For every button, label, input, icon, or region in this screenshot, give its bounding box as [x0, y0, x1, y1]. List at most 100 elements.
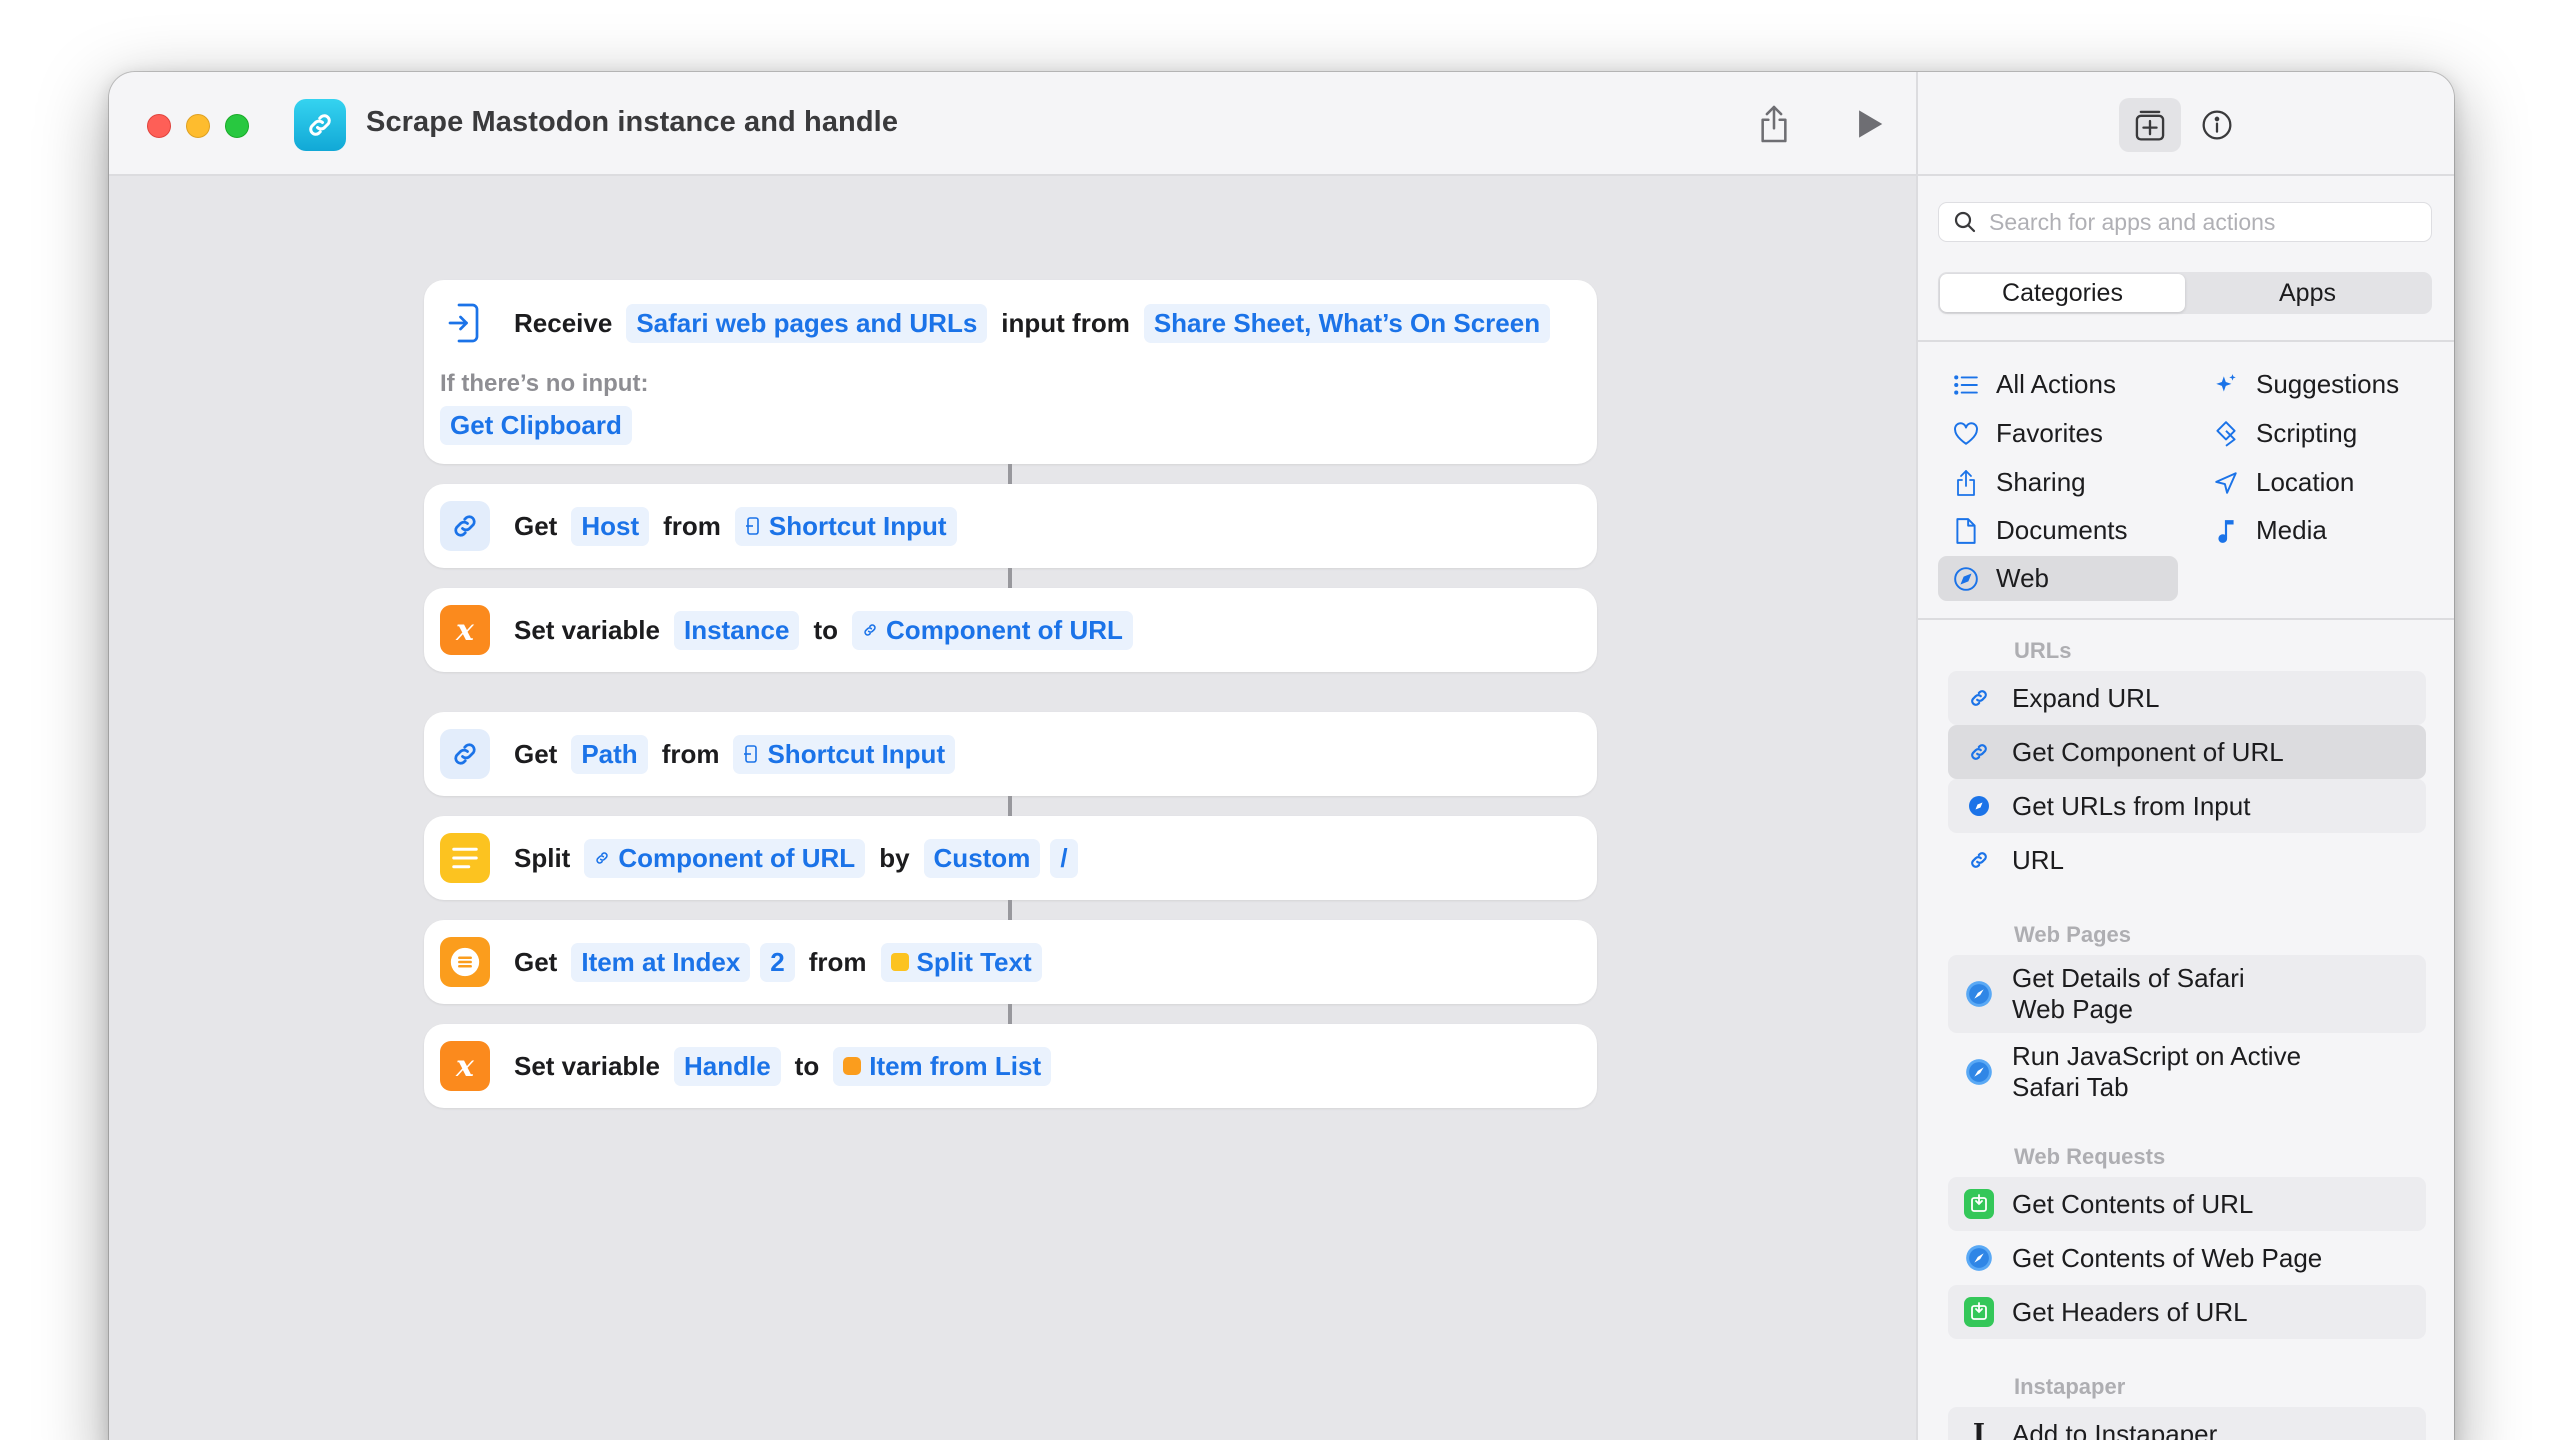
- connector: [1008, 1004, 1012, 1024]
- receive-mid-text: input from: [1001, 307, 1130, 338]
- library-item-get-component-of-url[interactable]: Get Component of URL: [1948, 725, 2426, 779]
- category-label: Location: [2256, 467, 2355, 497]
- link-icon: [440, 501, 490, 551]
- library-item-get-contents-of-web-page[interactable]: Get Contents of Web Page: [1948, 1231, 2426, 1285]
- category-sharing[interactable]: Sharing: [1938, 460, 2178, 505]
- receive-action-card[interactable]: Receive Safari web pages and URLs input …: [424, 280, 1597, 464]
- shortcut-input-token[interactable]: Shortcut Input: [734, 506, 957, 546]
- set-instance-action-card[interactable]: x Set variable Instance to Component of …: [424, 588, 1597, 672]
- library-item-label: Get Details of Safari Web Page: [2012, 963, 2245, 1024]
- close-window-button[interactable]: [147, 114, 171, 138]
- library-item-get-headers-of-url[interactable]: Get Headers of URL: [1948, 1285, 2426, 1339]
- component-of-url-token[interactable]: Component of URL: [852, 610, 1133, 650]
- shortcut-input-label: Shortcut Input: [767, 738, 946, 769]
- scripting-icon: [2212, 420, 2240, 448]
- get-path-action-card[interactable]: Get Path from Shortcut Input: [424, 712, 1597, 796]
- category-label: Documents: [1996, 515, 2128, 545]
- safari-icon: [1964, 1057, 1994, 1087]
- compass-icon: [1964, 791, 1994, 821]
- share-button[interactable]: [1750, 100, 1798, 148]
- instance-variable-token[interactable]: Instance: [673, 610, 800, 650]
- library-item-url[interactable]: URL: [1948, 833, 2426, 887]
- download-icon: [1964, 1189, 1994, 1219]
- category-suggestions[interactable]: Suggestions: [2198, 362, 2438, 407]
- action-library-button[interactable]: [2119, 98, 2181, 152]
- by-text: by: [879, 842, 910, 873]
- window-title[interactable]: Scrape Mastodon instance and handle: [366, 106, 898, 139]
- category-label: Scripting: [2256, 418, 2358, 448]
- path-token[interactable]: Path: [571, 734, 648, 774]
- run-button[interactable]: [1846, 100, 1894, 148]
- library-item-expand-url[interactable]: Expand URL: [1948, 671, 2426, 725]
- tab-apps[interactable]: Apps: [2185, 274, 2430, 312]
- tab-categories[interactable]: Categories: [1940, 274, 2185, 312]
- set-handle-action-card[interactable]: x Set variable Handle to Item from List: [424, 1024, 1597, 1108]
- safari-icon: [1964, 1243, 1994, 1273]
- shortcut-input-icon: [744, 745, 758, 763]
- component-of-url-label: Component of URL: [886, 614, 1123, 645]
- input-types-token[interactable]: Safari web pages and URLs: [626, 303, 988, 343]
- input-sources-token[interactable]: Share Sheet, What’s On Screen: [1143, 303, 1551, 343]
- category-label: All Actions: [1996, 369, 2116, 399]
- library-item-get-contents-of-url[interactable]: Get Contents of URL: [1948, 1177, 2426, 1231]
- zoom-window-button[interactable]: [225, 114, 249, 138]
- category-favorites[interactable]: Favorites: [1938, 411, 2178, 456]
- document-icon: [1952, 517, 1980, 545]
- text-lines-icon: [440, 833, 490, 883]
- item-at-index-token[interactable]: Item at Index: [571, 942, 751, 982]
- connector: [1008, 900, 1012, 920]
- search-input[interactable]: [1989, 208, 2409, 236]
- library-item-get-details-of-safari-web-page[interactable]: Get Details of Safari Web Page: [1948, 955, 2426, 1033]
- library-item-run-javascript-on-active-safari-tab[interactable]: Run JavaScript on Active Safari Tab: [1948, 1033, 2426, 1111]
- library-item-add-to-instapaper[interactable]: I Add to Instapaper: [1948, 1407, 2426, 1440]
- category-all-actions[interactable]: All Actions: [1938, 362, 2178, 407]
- category-location[interactable]: Location: [2198, 460, 2438, 505]
- to-text: to: [794, 1050, 820, 1081]
- link-icon: [1964, 683, 1994, 713]
- category-media[interactable]: Media: [2198, 508, 2438, 553]
- split-text-action-card[interactable]: Split Component of URL by Custom /: [424, 816, 1597, 900]
- shortcut-input-token[interactable]: Shortcut Input: [733, 734, 956, 774]
- shortcut-link-icon[interactable]: [294, 99, 346, 151]
- shortcut-input-label: Shortcut Input: [768, 510, 947, 541]
- info-icon: [2202, 110, 2232, 140]
- separator-mode-token[interactable]: Custom: [923, 838, 1041, 878]
- link-icon: [864, 624, 876, 636]
- library-item-label: Run JavaScript on Active Safari Tab: [2012, 1041, 2302, 1102]
- component-of-url-token[interactable]: Component of URL: [584, 838, 866, 878]
- category-label: Media: [2256, 515, 2327, 545]
- shortcut-editor: Receive Safari web pages and URLs input …: [109, 176, 1916, 1440]
- search-field[interactable]: [1938, 202, 2432, 242]
- get-item-action-card[interactable]: Get Item at Index 2 from Split Text: [424, 920, 1597, 1004]
- category-scripting[interactable]: Scripting: [2198, 411, 2438, 456]
- link-icon: [440, 729, 490, 779]
- custom-separator-token[interactable]: /: [1050, 838, 1078, 878]
- item-from-list-label: Item from List: [869, 1050, 1042, 1081]
- share-icon: [1952, 469, 1980, 497]
- from-text: from: [663, 510, 721, 541]
- music-note-icon: [2212, 517, 2240, 545]
- from-text: from: [808, 946, 867, 977]
- list-mini-icon: [843, 1057, 862, 1075]
- connector: [1008, 796, 1012, 816]
- category-documents[interactable]: Documents: [1938, 508, 2178, 553]
- category-web[interactable]: Web: [1938, 556, 2178, 601]
- index-value-token[interactable]: 2: [760, 942, 795, 982]
- section-header-web-requests: Web Requests: [2014, 1144, 2166, 1169]
- search-icon: [1954, 211, 1976, 233]
- split-text-token[interactable]: Split Text: [880, 942, 1042, 982]
- section-header-instapaper: Instapaper: [2014, 1374, 2126, 1399]
- category-label: Sharing: [1996, 467, 2086, 497]
- host-token[interactable]: Host: [571, 506, 650, 546]
- minimize-window-button[interactable]: [186, 114, 210, 138]
- receive-input-icon: [440, 298, 490, 348]
- link-icon: [1964, 737, 1994, 767]
- library-item-get-urls-from-input[interactable]: Get URLs from Input: [1948, 779, 2426, 833]
- details-button[interactable]: [2194, 102, 2240, 148]
- handle-variable-token[interactable]: Handle: [673, 1046, 781, 1086]
- section-header-urls: URLs: [2014, 638, 2072, 663]
- fallback-token[interactable]: Get Clipboard: [440, 406, 632, 445]
- get-host-action-card[interactable]: Get Host from Shortcut Input: [424, 484, 1597, 568]
- item-from-list-token[interactable]: Item from List: [833, 1046, 1052, 1086]
- get-verb: Get: [514, 510, 558, 541]
